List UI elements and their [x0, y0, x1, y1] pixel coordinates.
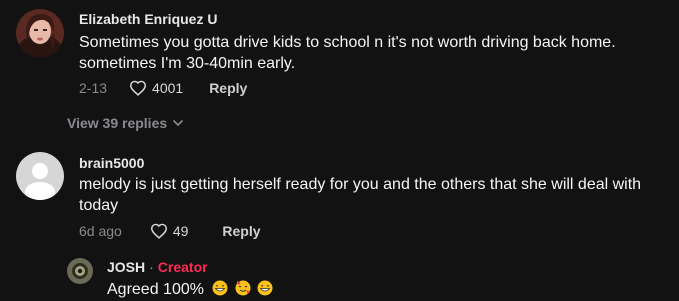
- heart-icon: [150, 223, 167, 239]
- comment-item: Elizabeth Enriquez U Sometimes you gotta…: [0, 0, 679, 140]
- comment-username[interactable]: Elizabeth Enriquez U: [79, 11, 217, 27]
- like-count: 49: [172, 223, 189, 239]
- reply-username-row: JOSH · Creator: [107, 259, 208, 275]
- comment-text-line: today: [79, 197, 119, 214]
- like-button[interactable]: 4001: [129, 80, 183, 96]
- user-photo-icon: [16, 9, 64, 57]
- comment-date: 6d ago: [79, 223, 122, 239]
- comment-text-line: Sometimes you gotta drive kids to school…: [79, 34, 616, 51]
- like-count: 4001: [152, 80, 184, 96]
- comment-item: brain5000 melody is just getting herself…: [0, 145, 679, 245]
- comment-text-line: melody is just getting herself ready for…: [79, 176, 642, 193]
- creator-photo-icon: [67, 258, 93, 284]
- view-replies-button[interactable]: View 39 replies: [67, 115, 184, 131]
- reply-button[interactable]: Reply: [209, 80, 247, 96]
- avatar[interactable]: [16, 9, 64, 57]
- avatar[interactable]: [16, 152, 64, 200]
- reply-item: JOSH · Creator Agreed 100%: [0, 255, 679, 301]
- view-replies-label: View 39 replies: [67, 115, 168, 131]
- avatar[interactable]: [67, 258, 93, 284]
- comment-text-line: sometimes I'm 30-40min early.: [79, 55, 296, 72]
- creator-badge: Creator: [157, 259, 208, 275]
- reply-button[interactable]: Reply: [222, 223, 260, 239]
- comment-username[interactable]: brain5000: [79, 155, 144, 171]
- chevron-down-icon: [173, 119, 184, 127]
- heart-icon: [130, 80, 147, 96]
- reply-username[interactable]: JOSH: [107, 259, 145, 275]
- comment-meta: 2-13 4001 Reply: [79, 80, 247, 96]
- comment-date: 2-13: [79, 80, 108, 96]
- grinning-face-icon: [212, 280, 228, 296]
- reply-text-content: Agreed 100%: [107, 281, 204, 298]
- comment-text: melody is just getting herself ready for…: [79, 174, 669, 216]
- reply-text: Agreed 100%: [107, 279, 679, 300]
- comment-meta: 6d ago 49 Reply: [79, 223, 261, 239]
- grinning-face-icon: [257, 280, 273, 296]
- separator-dot: ·: [149, 259, 154, 275]
- like-button[interactable]: 49: [150, 223, 189, 239]
- comment-text: Sometimes you gotta drive kids to school…: [79, 32, 669, 74]
- smiling-face-with-hearts-icon: [235, 280, 251, 296]
- default-avatar-icon: [16, 152, 64, 200]
